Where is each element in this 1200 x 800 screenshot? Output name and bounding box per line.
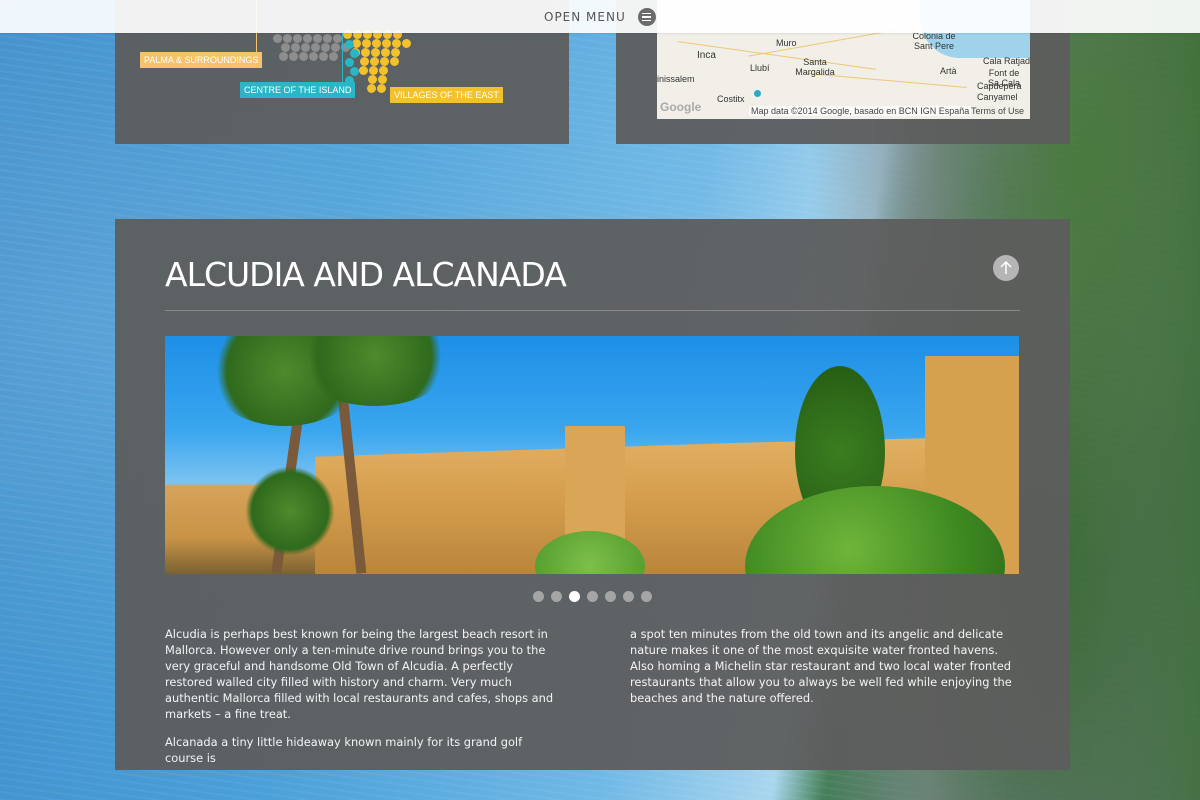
slider-dot[interactable] [623,591,634,602]
map-pin-icon[interactable] [754,90,761,97]
slider-dot[interactable] [641,591,652,602]
region-hex [319,52,328,61]
map-place: Santa Margalida [795,57,835,77]
text-column-left: Alcudia is perhaps best known for being … [165,626,555,778]
region-hex [313,34,322,43]
paragraph: Alcudia is perhaps best known for being … [165,627,554,721]
map-place: Canyamel [977,92,1018,102]
arrow-up-icon [1000,260,1012,274]
map-credit: Map data ©2014 Google, basado en BCN IGN… [749,106,972,116]
map-place: Capdepera [977,81,1022,91]
region-hex [379,66,388,75]
scroll-up-button[interactable] [993,255,1019,281]
open-menu-button[interactable]: OPEN MENU [544,7,656,27]
region-hex [350,49,359,58]
region-hex [345,40,354,49]
map-place: Costitx [717,94,745,104]
region-hex [367,84,376,93]
map-connector-line [342,30,343,84]
map-place: Colonia de Sant Pere [912,31,956,51]
region-hex [359,66,368,75]
slider-image[interactable] [165,336,1019,574]
region-hex [378,75,387,84]
map-place: Muro [776,38,797,48]
paragraph: Alcanada a tiny little hideaway known ma… [165,735,523,765]
region-hex [390,57,399,66]
slider-dot[interactable] [587,591,598,602]
region-hex [360,57,369,66]
region-hex [381,48,390,57]
region-hex [372,39,381,48]
region-hex [369,66,378,75]
region-hex [311,43,320,52]
top-bar: OPEN MENU [0,0,1200,33]
region-hex [299,52,308,61]
map-terms-link[interactable]: Terms of Use [971,106,1024,116]
region-hex [279,52,288,61]
region-tag-palma[interactable]: PALMA & SURROUNDINGS [140,52,263,68]
menu-label: OPEN MENU [544,10,626,24]
region-hex [370,57,379,66]
region-hex [309,52,318,61]
region-hex [362,39,371,48]
slider-dot[interactable] [605,591,616,602]
section-title: ALCUDIA AND ALCANADA [165,255,567,294]
map-place: inissalem [657,74,695,84]
region-hex [293,34,302,43]
region-hex [283,34,292,43]
region-hex [345,58,354,67]
region-hex [303,34,312,43]
region-hex [368,75,377,84]
region-hex [402,39,411,48]
map-place: Llubí [750,63,770,73]
region-hex [331,43,340,52]
slider-dot[interactable] [569,591,580,602]
region-hex [371,48,380,57]
region-hex [377,84,386,93]
region-hex [391,48,400,57]
region-tag-centre[interactable]: CENTRE OF THE ISLAND [240,82,356,98]
map-place: Artà [940,66,957,76]
region-hex [273,34,282,43]
hamburger-icon[interactable] [637,8,656,26]
region-hex [289,52,298,61]
region-hex [291,43,300,52]
region-hex [361,48,370,57]
paragraph: a spot ten minutes from the old town and… [630,627,1012,705]
region-hex [329,52,338,61]
region-hex [380,57,389,66]
region-hex [333,34,342,43]
map-place: Cala Ratjada [983,56,1030,66]
region-hex [301,43,310,52]
region-hex [392,39,401,48]
map-place: Inca [697,50,716,61]
text-column-right: a spot ten minutes from the old town and… [630,626,1020,718]
palm-crown [245,466,335,556]
google-logo: Google [660,100,702,114]
region-hex [323,34,332,43]
region-hex [382,39,391,48]
slider-dot[interactable] [551,591,562,602]
region-hex [350,67,359,76]
content-panel: ALCUDIA AND ALCANADA Alcudia is perhaps … [115,219,1070,770]
region-hex [321,43,330,52]
region-hex [281,43,290,52]
region-tag-east[interactable]: VILLAGES OF THE EAST [390,87,503,103]
title-divider [165,310,1020,311]
slider-pagination [533,591,652,602]
slider-dot[interactable] [533,591,544,602]
